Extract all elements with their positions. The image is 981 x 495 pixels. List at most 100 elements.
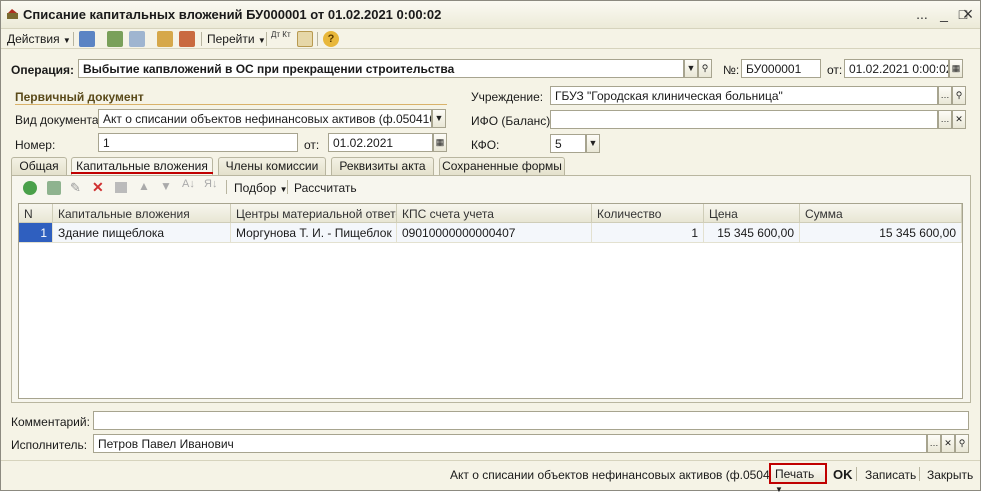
actions-menu[interactable]: Действия ▼ — [7, 32, 71, 46]
column-header[interactable]: Капитальные вложения — [53, 204, 231, 223]
close-button[interactable]: Закрыть — [927, 468, 973, 482]
print-label: Печать — [775, 467, 815, 481]
window-title: Списание капитальных вложений БУ000001 о… — [23, 7, 442, 22]
doc-type-label: Вид документа: — [15, 113, 102, 127]
close-window-button[interactable]: × — [958, 5, 978, 24]
ifo-label: ИФО (Баланс): — [471, 114, 554, 128]
tab-commission-members[interactable]: Члены комиссии — [218, 157, 326, 175]
active-tab-underline — [71, 172, 213, 174]
responsibility-center-cell[interactable]: Моргунова Т. И. - Пищеблок — [231, 223, 397, 243]
calculate-button[interactable]: Рассчитать — [294, 181, 357, 195]
executor-search-icon[interactable]: ⚲ — [955, 434, 969, 453]
column-header[interactable]: Сумма — [800, 204, 962, 223]
selection-menu[interactable]: Подбор ▼ — [234, 181, 288, 195]
title-bar: Списание капитальных вложений БУ000001 о… — [1, 1, 980, 29]
window-menu-button[interactable]: ... — [912, 6, 932, 24]
delete-icon[interactable]: ✕ — [92, 179, 104, 196]
add-row-icon[interactable] — [23, 181, 37, 195]
toolbar-divider — [226, 180, 227, 194]
copy-row-icon[interactable] — [47, 181, 61, 195]
kfo-label: КФО: — [471, 138, 500, 152]
tab-general[interactable]: Общая — [11, 157, 67, 175]
footer-divider-save — [919, 467, 920, 481]
operation-dropdown-button[interactable]: ▼ — [684, 59, 698, 78]
toolbar-divider — [266, 32, 267, 46]
executor-select-button[interactable]: … — [927, 434, 941, 453]
actions-label: Действия — [7, 32, 60, 46]
institution-search-icon[interactable]: ⚲ — [952, 86, 966, 105]
institution-select-button[interactable]: … — [938, 86, 952, 105]
primary-date-field[interactable]: 01.02.2021 — [328, 133, 433, 152]
row-number-cell[interactable]: 1 — [19, 223, 53, 243]
sum-cell[interactable]: 15 345 600,00 — [800, 223, 962, 243]
goto-label: Перейти — [207, 32, 255, 46]
doc-number-label: Номер: — [15, 138, 56, 152]
end-edit-icon[interactable] — [115, 182, 127, 193]
column-header[interactable]: N — [19, 204, 53, 223]
print-form-link[interactable]: Акт о списании объектов нефинансовых акт… — [450, 468, 794, 482]
ifo-clear-icon[interactable]: ✕ — [952, 110, 966, 129]
institution-label: Учреждение: — [471, 90, 544, 104]
footer-divider-ok — [856, 467, 857, 481]
copy-icon[interactable] — [129, 31, 145, 47]
selection-label: Подбор — [234, 181, 277, 195]
column-header[interactable]: Центры материальной ответс... — [231, 204, 397, 223]
operation-field[interactable]: Выбытие капвложений в ОС при прекращении… — [78, 59, 684, 78]
dt-kt-icon[interactable]: Дт Кт — [271, 31, 291, 39]
tab-act-details[interactable]: Реквизиты акта — [331, 157, 434, 175]
calendar-icon[interactable] — [297, 31, 313, 47]
operation-label: Операция: — [11, 63, 75, 77]
number-label: №: — [723, 63, 740, 77]
document-date-field[interactable]: 01.02.2021 0:00:02 — [844, 59, 949, 78]
document-number-field[interactable]: БУ000001 — [741, 59, 821, 78]
executor-label: Исполнитель: — [11, 438, 88, 452]
calendar-icon[interactable]: ▦ — [949, 59, 963, 78]
goto-menu[interactable]: Перейти ▼ — [207, 32, 266, 46]
date-label: от: — [827, 63, 843, 77]
move-up-icon[interactable]: ▲ — [138, 179, 150, 193]
sort-desc-icon[interactable]: Я↓ — [204, 178, 217, 190]
executor-clear-icon[interactable]: ✕ — [941, 434, 955, 453]
operation-search-icon[interactable]: ⚲ — [698, 59, 712, 78]
post-document-icon[interactable] — [79, 31, 95, 47]
based-on-icon[interactable] — [157, 31, 173, 47]
chevron-down-icon: ▼ — [62, 36, 71, 45]
column-header[interactable]: Цена — [704, 204, 800, 223]
quantity-cell[interactable]: 1 — [592, 223, 704, 243]
structure-icon[interactable] — [179, 31, 195, 47]
price-cell[interactable]: 15 345 600,00 — [704, 223, 800, 243]
print-button[interactable]: Печать ▼ — [769, 463, 827, 494]
ok-button[interactable]: OK — [833, 467, 853, 482]
tab-saved-forms[interactable]: Сохраненные формы — [439, 157, 565, 175]
toolbar-divider — [73, 32, 74, 46]
capital-investments-table[interactable]: N Капитальные вложения Центры материальн… — [18, 203, 963, 399]
section-underline — [15, 104, 447, 105]
save-button[interactable]: Записать — [865, 468, 916, 482]
comment-field[interactable] — [93, 411, 969, 430]
move-down-icon[interactable]: ▼ — [160, 179, 172, 193]
executor-field[interactable]: Петров Павел Иванович — [93, 434, 927, 453]
calendar-icon[interactable]: ▦ — [433, 133, 447, 152]
kps-account-cell[interactable]: 09010000000000407 — [397, 223, 592, 243]
doc-type-field[interactable]: Акт о списании объектов нефинансовых акт… — [98, 109, 432, 128]
primary-number-field[interactable]: 1 — [98, 133, 298, 152]
minimize-button[interactable]: _ — [934, 6, 954, 24]
comment-label: Комментарий: — [11, 415, 90, 429]
sort-asc-icon[interactable]: A↓ — [182, 178, 195, 190]
ifo-select-button[interactable]: … — [938, 110, 952, 129]
toolbar-divider — [201, 32, 202, 46]
toolbar-divider — [317, 32, 318, 46]
column-header[interactable]: Количество — [592, 204, 704, 223]
doc-type-dropdown-button[interactable]: ▼ — [432, 109, 446, 128]
kfo-dropdown-button[interactable]: ▼ — [586, 134, 600, 153]
primary-date-label: от: — [304, 138, 320, 152]
document-window: Списание капитальных вложений БУ000001 о… — [0, 0, 981, 494]
column-header[interactable]: КПС счета учета — [397, 204, 592, 223]
capital-investment-cell[interactable]: Здание пищеблока — [53, 223, 231, 243]
edit-icon[interactable]: ✎ — [70, 180, 81, 196]
ifo-field[interactable] — [550, 110, 938, 129]
institution-field[interactable]: ГБУЗ "Городская клиническая больница" — [550, 86, 938, 105]
help-icon[interactable]: ? — [323, 31, 339, 47]
refresh-icon[interactable] — [107, 31, 123, 47]
kfo-field[interactable]: 5 — [550, 134, 586, 153]
